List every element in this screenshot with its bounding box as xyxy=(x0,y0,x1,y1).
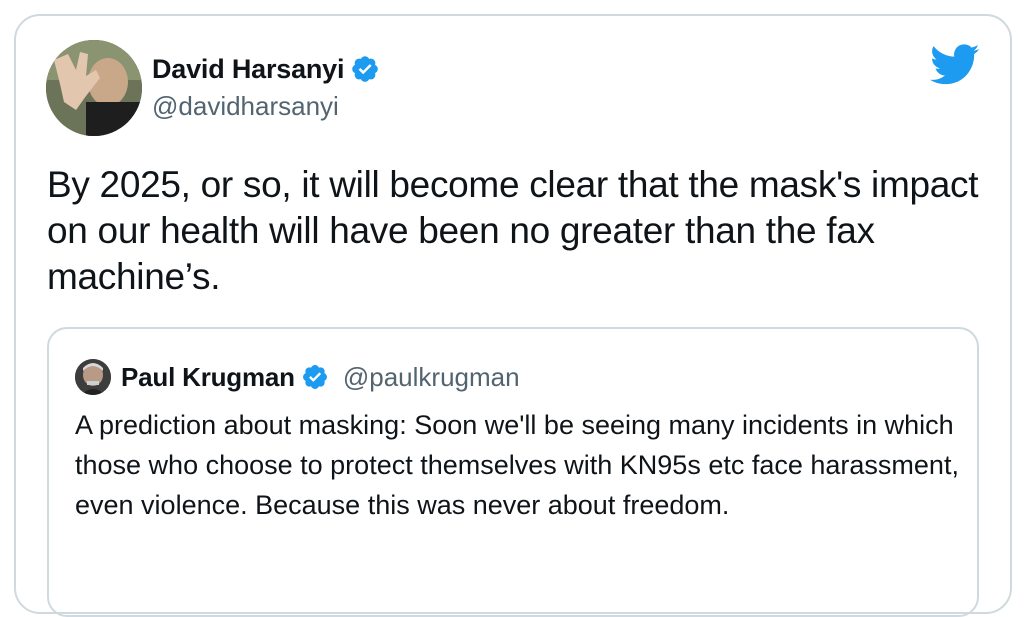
quoted-author-handle[interactable]: @paulkrugman xyxy=(343,362,520,393)
tweet-text: By 2025, or so, it will become clear tha… xyxy=(47,164,979,297)
author-handle[interactable]: @davidharsanyi xyxy=(152,91,339,122)
quoted-author-avatar-image xyxy=(75,359,111,395)
author-name[interactable]: David Harsanyi xyxy=(152,54,344,85)
quoted-verified-badge-icon xyxy=(302,365,327,389)
quoted-tweet-text: A prediction about masking: Soon we'll b… xyxy=(75,410,959,520)
author-avatar-image xyxy=(46,40,142,136)
twitter-bird-icon[interactable] xyxy=(930,44,980,86)
quoted-tweet-header: Paul Krugman @paulkrugman xyxy=(75,359,520,395)
author-avatar[interactable] xyxy=(46,40,142,136)
author-name-row: David Harsanyi xyxy=(152,52,380,86)
verified-badge-icon xyxy=(352,56,379,82)
quoted-author-avatar[interactable] xyxy=(75,359,111,395)
quoted-author-name[interactable]: Paul Krugman xyxy=(121,362,295,393)
quoted-tweet[interactable]: Paul Krugman @paulkrugman A prediction a… xyxy=(47,327,979,617)
